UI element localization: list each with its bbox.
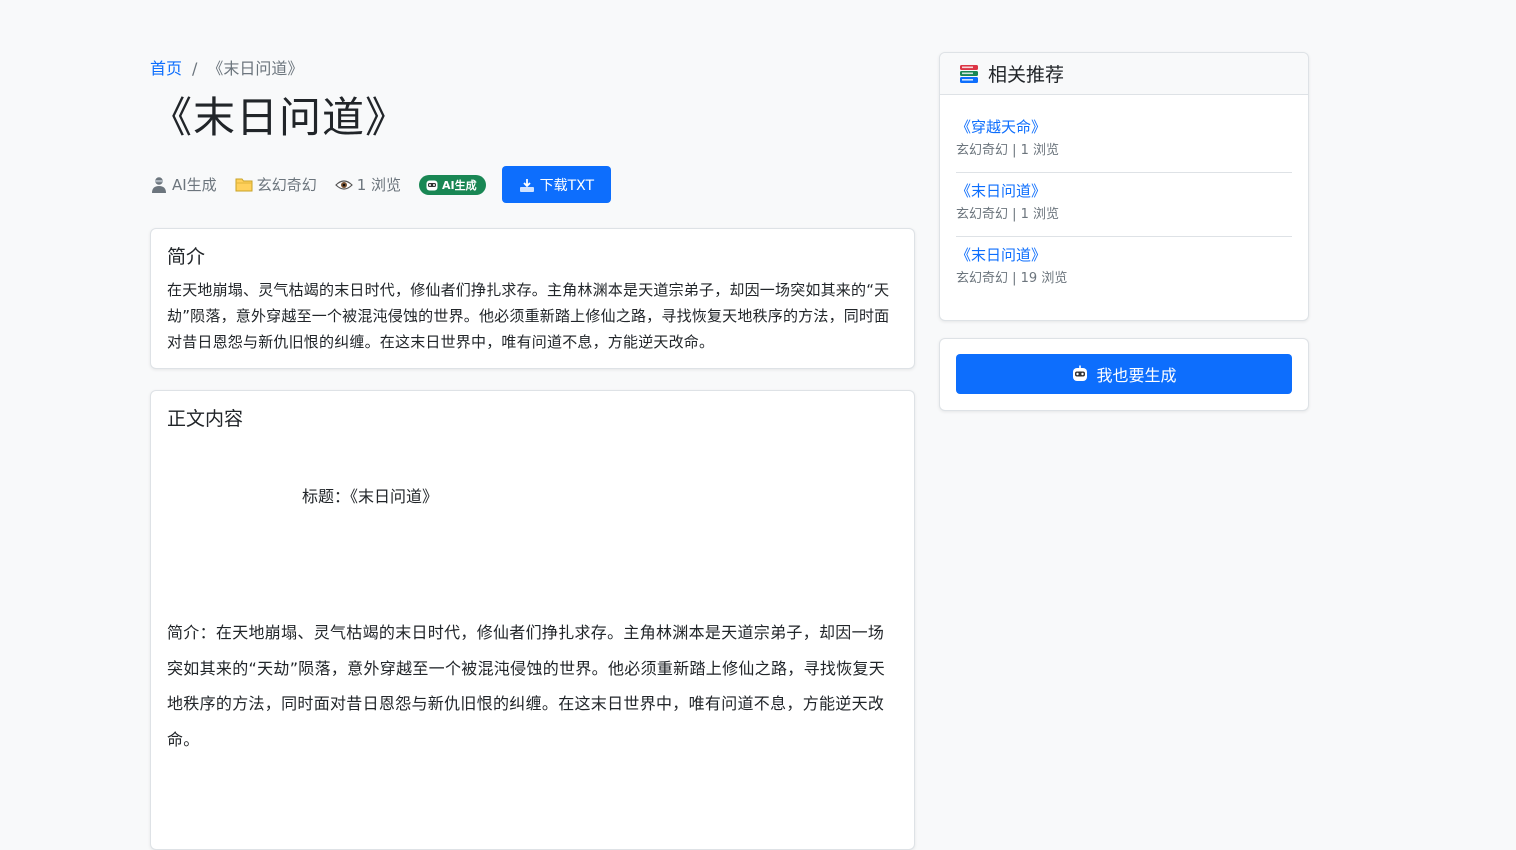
robot-icon <box>425 178 439 192</box>
list-item: 《末日问道》 玄幻奇幻 | 19 浏览 <box>956 237 1292 301</box>
recommend-item-link[interactable]: 《末日问道》 <box>956 181 1292 201</box>
recommend-heading: 相关推荐 <box>988 64 1065 86</box>
generate-button[interactable]: 我也要生成 <box>956 354 1292 394</box>
recommend-list: 《穿越天命》 玄幻奇幻 | 1 浏览 《末日问道》 玄幻奇幻 | 1 浏览 《末… <box>940 95 1308 301</box>
ai-generated-badge: AI生成 <box>419 174 486 195</box>
page-title: 《末日问道》 <box>150 93 409 142</box>
author-meta: AI生成 <box>150 174 217 195</box>
views-meta: 1 浏览 <box>334 174 402 195</box>
generate-card: 我也要生成 <box>939 338 1309 411</box>
breadcrumb-home-link[interactable]: 首页 <box>150 59 182 78</box>
recommend-item-link[interactable]: 《末日问道》 <box>956 245 1292 265</box>
meta-bar: AI生成 玄幻奇幻 1 浏览 AI生成 下载TXT <box>150 166 612 203</box>
robot-icon <box>1071 365 1089 383</box>
category-meta: 玄幻奇幻 <box>235 174 317 195</box>
breadcrumb: 首页 / 《末日问道》 <box>150 55 303 79</box>
folder-icon <box>235 176 253 194</box>
recommend-item-info: 玄幻奇幻 | 19 浏览 <box>956 271 1068 286</box>
download-tray-icon <box>519 177 535 193</box>
eye-icon <box>334 176 353 194</box>
intro-heading: 简介 <box>167 246 206 268</box>
recommend-item-link[interactable]: 《穿越天命》 <box>956 117 1292 137</box>
intro-text: 在天地崩塌、灵气枯竭的末日时代，修仙者们挣扎求存。主角林渊本是天道宗弟子，却因一… <box>167 281 890 351</box>
breadcrumb-separator: / <box>192 59 198 78</box>
recommend-item-info: 玄幻奇幻 | 1 浏览 <box>956 143 1060 158</box>
body-intro-paragraph: 简介：在天地崩塌、灵气枯竭的末日时代，修仙者们挣扎求存。主角林渊本是天道宗弟子，… <box>167 623 886 749</box>
list-item: 《末日问道》 玄幻奇幻 | 1 浏览 <box>956 173 1292 237</box>
books-icon <box>958 63 980 85</box>
generate-label: 我也要生成 <box>1096 366 1177 385</box>
body-title-line: 标题：《末日问道》 <box>302 487 439 506</box>
download-label: 下载TXT <box>539 177 595 194</box>
recommend-header: 相关推荐 <box>940 53 1308 95</box>
body-heading: 正文内容 <box>167 408 244 430</box>
badge-label: AI生成 <box>442 178 477 192</box>
breadcrumb-current: 《末日问道》 <box>207 59 304 78</box>
user-icon <box>150 176 168 194</box>
intro-card: 简介 在天地崩塌、灵气枯竭的末日时代，修仙者们挣扎求存。主角林渊本是天道宗弟子，… <box>150 228 915 369</box>
category-label: 玄幻奇幻 <box>256 176 317 194</box>
download-txt-button[interactable]: 下载TXT <box>501 166 612 203</box>
views-label: 1 浏览 <box>356 176 402 194</box>
recommend-card: 相关推荐 《穿越天命》 玄幻奇幻 | 1 浏览 《末日问道》 玄幻奇幻 | 1 … <box>939 52 1309 321</box>
recommend-item-info: 玄幻奇幻 | 1 浏览 <box>956 207 1060 222</box>
body-card: 正文内容 标题：《末日问道》 简介：在天地崩塌、灵气枯竭的末日时代，修仙者们挣扎… <box>150 390 915 850</box>
author-label: AI生成 <box>172 176 217 194</box>
list-item: 《穿越天命》 玄幻奇幻 | 1 浏览 <box>956 109 1292 173</box>
